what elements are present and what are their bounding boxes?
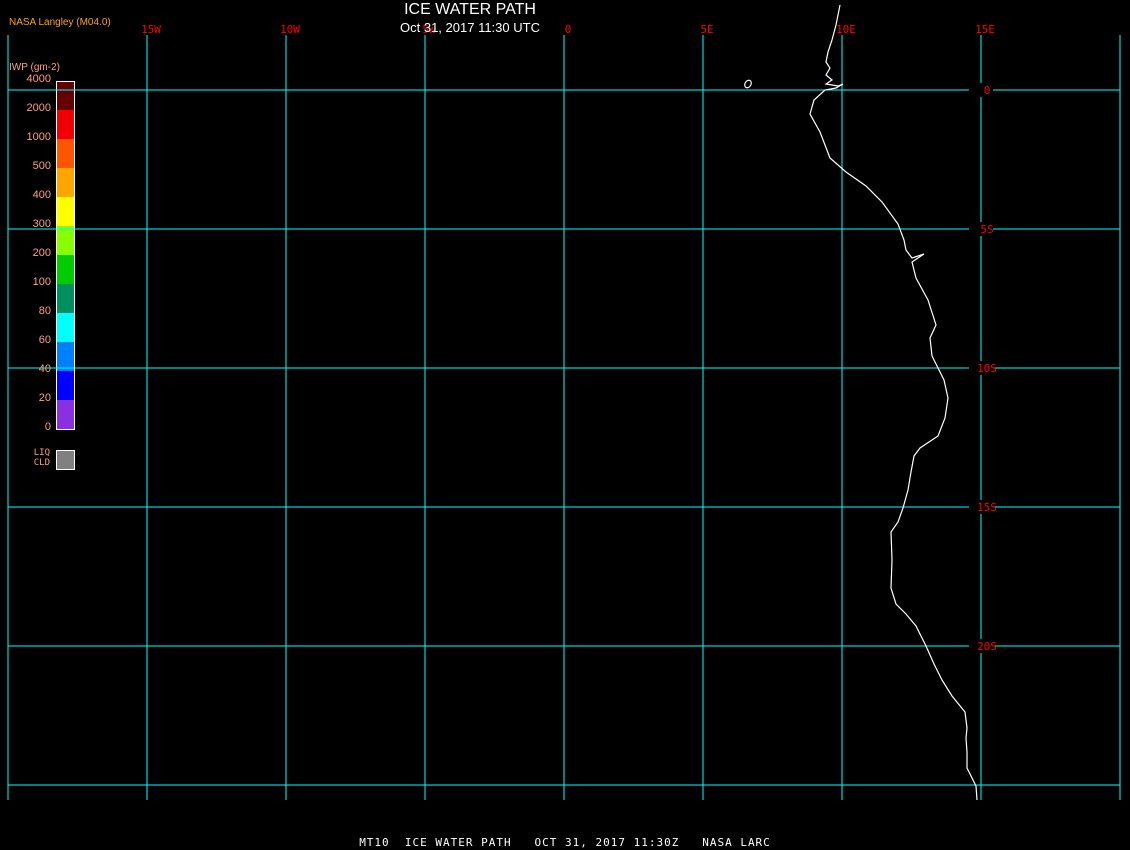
liquid-cloud-label: LIQ CLD bbox=[33, 448, 50, 468]
colorbar-segment bbox=[56, 284, 74, 313]
island-outline bbox=[744, 79, 752, 89]
colorbar-tick-label: 500 bbox=[32, 160, 51, 172]
bottom-caption: MT10 ICE WATER PATH OCT 31, 2017 11:30Z … bbox=[359, 836, 771, 849]
colorbar-segment bbox=[56, 110, 74, 139]
colorbar-tick-label: 100 bbox=[32, 276, 51, 288]
colorbar-tick-label: 200 bbox=[32, 247, 51, 259]
colorbar-tick-label: 400 bbox=[32, 189, 51, 201]
latitude-label: 0 bbox=[984, 84, 991, 97]
colorbar-tick-label: 80 bbox=[38, 305, 51, 317]
colorbar-segment bbox=[56, 371, 74, 400]
colorbar-tick-label: 2000 bbox=[26, 102, 51, 114]
latitude-label: 5S bbox=[980, 223, 993, 236]
colorbar-segment bbox=[56, 168, 74, 197]
colorbar-segment bbox=[56, 313, 74, 342]
source-label: NASA Langley (M04.0) bbox=[9, 17, 111, 28]
longitude-label: 15E bbox=[975, 23, 995, 36]
colorbar-segment bbox=[56, 400, 74, 429]
colorbar-tick-label: 300 bbox=[32, 218, 51, 230]
colorbar-tick-label: 4000 bbox=[26, 73, 51, 85]
colorbar-segment bbox=[56, 197, 74, 226]
colorbar-tick-label: 0 bbox=[44, 421, 51, 433]
coastline bbox=[809, 4, 978, 801]
legend-units: IWP (gm-2) bbox=[9, 62, 60, 73]
colorbar-tick-label: 1000 bbox=[26, 131, 51, 143]
latitude-label: 20S bbox=[977, 640, 997, 653]
colorbar-segment bbox=[56, 81, 74, 110]
colorbar-segment bbox=[56, 139, 74, 168]
map-datetime: Oct 31, 2017 11:30 UTC bbox=[400, 20, 540, 35]
colorbar-tick-label: 20 bbox=[38, 392, 51, 404]
map-title: ICE WATER PATH bbox=[404, 1, 536, 18]
colorbar-segment bbox=[56, 342, 74, 371]
latitude-label: 15S bbox=[977, 501, 997, 514]
liquid-cloud-swatch bbox=[56, 450, 75, 470]
latitude-label: 10S bbox=[977, 362, 997, 375]
colorbar-tick-label: 60 bbox=[38, 334, 51, 346]
colorbar-tick-label: 40 bbox=[38, 363, 51, 375]
map-canvas: 15W 10W 5W 0 5E 10E 15E05S10S15S20S bbox=[7, 4, 1121, 801]
colorbar-segment bbox=[56, 226, 74, 255]
colorbar-segment bbox=[56, 255, 74, 284]
